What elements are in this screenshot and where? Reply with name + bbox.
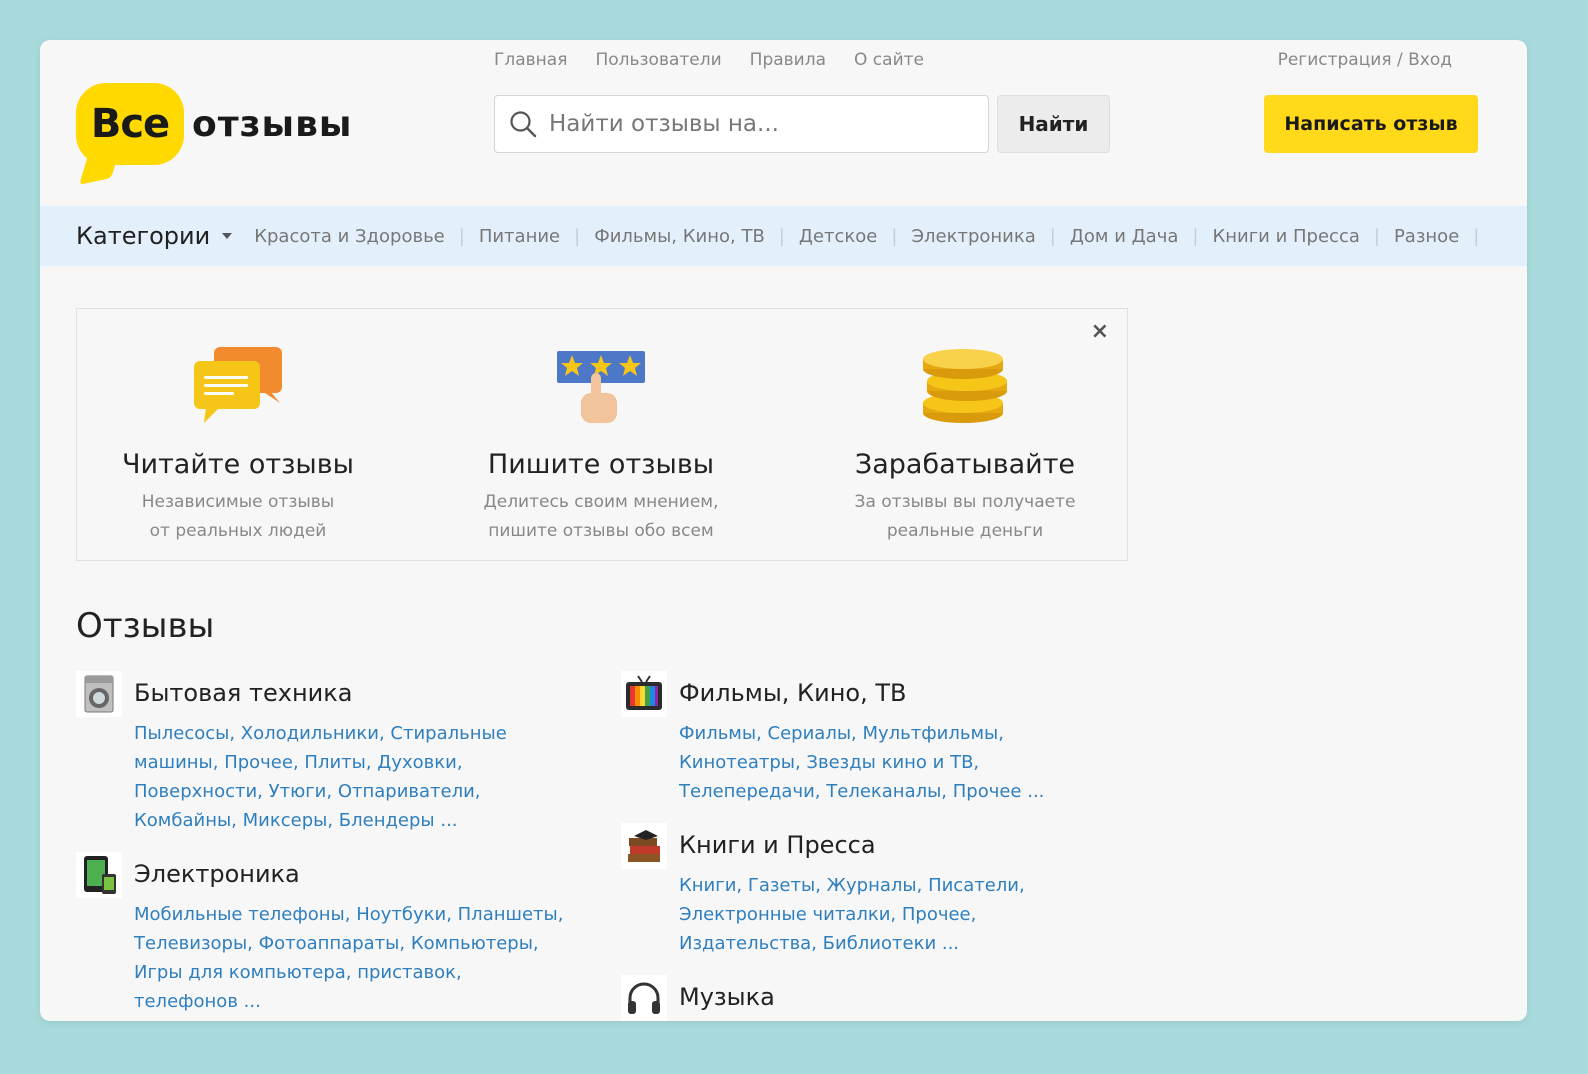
category-block-music: Музыка (621, 975, 1141, 1021)
promo-earn: Зарабатывайте За отзывы вы получаете реа… (804, 339, 1126, 546)
divider: | (458, 225, 465, 247)
browser-window: Все отзывы Главная Пользователи Правила … (40, 40, 1527, 1021)
logo-bubble: Все (76, 83, 184, 185)
promo-earn-title: Зарабатывайте (854, 449, 1076, 480)
subcategory-line[interactable]: Игры для компьютера, приставок, (134, 958, 563, 987)
subcategory-line[interactable]: машины, Прочее, Плиты, Духовки, (134, 748, 507, 777)
promo-read-line2: от реальных людей (149, 521, 327, 541)
subcategory-line[interactable]: Электронные читалки, Прочее, (679, 900, 1025, 929)
category-movies[interactable]: Фильмы, Кино, ТВ (594, 226, 765, 247)
nav-rules[interactable]: Правила (750, 50, 826, 70)
promo-earn-line1: За отзывы вы получаете (854, 492, 1076, 512)
subcategory-links: Пылесосы, Холодильники, Стиральные машин… (134, 719, 507, 835)
category-food[interactable]: Питание (479, 226, 560, 247)
divider: | (1373, 225, 1380, 247)
subcategory-line[interactable]: телефонов ... (134, 987, 563, 1016)
subcategory-line[interactable]: Кинотеатры, Звезды кино и ТВ, (679, 748, 1044, 777)
subcategory-line[interactable]: Комбайны, Миксеры, Блендеры ... (134, 806, 507, 835)
headphones-icon (621, 975, 667, 1021)
subcategory-line[interactable]: Телепередачи, Телеканалы, Прочее ... (679, 777, 1044, 806)
logo-word-2: отзывы (192, 103, 353, 145)
promo-earn-line2: реальные деньги (886, 521, 1044, 541)
books-icon (621, 823, 667, 869)
promo-read-title: Читайте отзывы (122, 449, 354, 480)
site-logo[interactable]: Все отзывы (76, 76, 353, 185)
category-block-appliances: Бытовая техника Пылесосы, Холодильники, … (76, 671, 596, 841)
subcategory-line[interactable]: Книги, Газеты, Журналы, Писатели, (679, 871, 1025, 900)
promo-earn-subtitle: За отзывы вы получаете реальные деньги (804, 488, 1126, 546)
nav-about[interactable]: О сайте (854, 50, 924, 70)
top-nav: Главная Пользователи Правила О сайте (494, 50, 924, 70)
promo-write: Пишите отзывы Делитесь своим мнением, пи… (440, 339, 762, 546)
chat-bubbles-icon (194, 347, 282, 423)
category-title[interactable]: Музыка (679, 983, 775, 1011)
nav-home[interactable]: Главная (494, 50, 567, 70)
coins-icon (923, 349, 1007, 423)
divider: | (778, 225, 785, 247)
search-input[interactable] (549, 111, 969, 137)
category-bar: Категории Красота и Здоровье | Питание |… (40, 206, 1527, 266)
divider: | (891, 225, 898, 247)
category-title[interactable]: Фильмы, Кино, ТВ (679, 679, 906, 707)
search-icon (510, 111, 537, 138)
write-review-button[interactable]: Написать отзыв (1264, 95, 1478, 153)
category-books[interactable]: Книги и Пресса (1212, 226, 1359, 247)
categories-label: Категории (76, 222, 211, 250)
promo-read-subtitle: Независимые отзывы от реальных людей (77, 488, 399, 546)
tv-icon (621, 671, 667, 717)
subcategory-links: Книги, Газеты, Журналы, Писатели, Электр… (679, 871, 1025, 958)
register-login-link[interactable]: Регистрация / Вход (1278, 50, 1452, 70)
subcategory-line[interactable]: Телевизоры, Фотоаппараты, Компьютеры, (134, 929, 563, 958)
washing-machine-icon (76, 671, 122, 717)
promo-panel: × Читайте отзывы Независимые отзывы от р… (76, 308, 1128, 561)
category-beauty[interactable]: Красота и Здоровье (254, 226, 445, 247)
category-title[interactable]: Книги и Пресса (679, 831, 876, 859)
promo-write-title: Пишите отзывы (487, 449, 715, 480)
subcategory-line[interactable]: Фильмы, Сериалы, Мультфильмы, (679, 719, 1044, 748)
logo-word-1: Все (90, 101, 170, 147)
phone-tablet-icon (76, 852, 122, 898)
subcategory-line[interactable]: Поверхности, Утюги, Отпариватели, (134, 777, 507, 806)
promo-write-subtitle: Делитесь своим мнением, пишите отзывы об… (440, 488, 762, 546)
promo-read: Читайте отзывы Независимые отзывы от реа… (77, 339, 399, 546)
subcategory-links: Фильмы, Сериалы, Мультфильмы, Кинотеатры… (679, 719, 1044, 806)
category-title[interactable]: Электроника (134, 860, 300, 888)
category-misc[interactable]: Разное (1394, 226, 1459, 247)
divider: | (1192, 225, 1199, 247)
nav-users[interactable]: Пользователи (595, 50, 721, 70)
search-button[interactable]: Найти (997, 95, 1110, 153)
category-electronics[interactable]: Электроника (911, 226, 1035, 247)
category-block-electronics: Электроника Мобильные телефоны, Ноутбуки… (76, 852, 616, 1021)
subcategory-line[interactable]: Мобильные телефоны, Ноутбуки, Планшеты, (134, 900, 563, 929)
subcategory-links: Мобильные телефоны, Ноутбуки, Планшеты, … (134, 900, 563, 1016)
promo-write-line2: пишите отзывы обо всем (488, 521, 714, 541)
promo-read-line1: Независимые отзывы (141, 492, 335, 512)
divider: | (574, 225, 581, 247)
search-box (494, 95, 989, 153)
category-block-books: Книги и Пресса Книги, Газеты, Журналы, П… (621, 823, 1141, 963)
category-kids[interactable]: Детское (799, 226, 877, 247)
categories-dropdown[interactable]: Категории (76, 222, 254, 250)
divider: | (1049, 225, 1056, 247)
category-title[interactable]: Бытовая техника (134, 679, 352, 707)
category-home[interactable]: Дом и Дача (1070, 226, 1179, 247)
category-block-movies: Фильмы, Кино, ТВ Фильмы, Сериалы, Мультф… (621, 671, 1141, 811)
subcategory-line[interactable]: Издательства, Библиотеки ... (679, 929, 1025, 958)
rating-stars-icon (557, 351, 645, 423)
promo-write-line1: Делитесь своим мнением, (483, 492, 719, 512)
reviews-heading: Отзывы (76, 606, 215, 646)
caret-down-icon (222, 233, 233, 239)
subcategory-line[interactable]: Пылесосы, Холодильники, Стиральные (134, 719, 507, 748)
divider: | (1473, 225, 1480, 247)
